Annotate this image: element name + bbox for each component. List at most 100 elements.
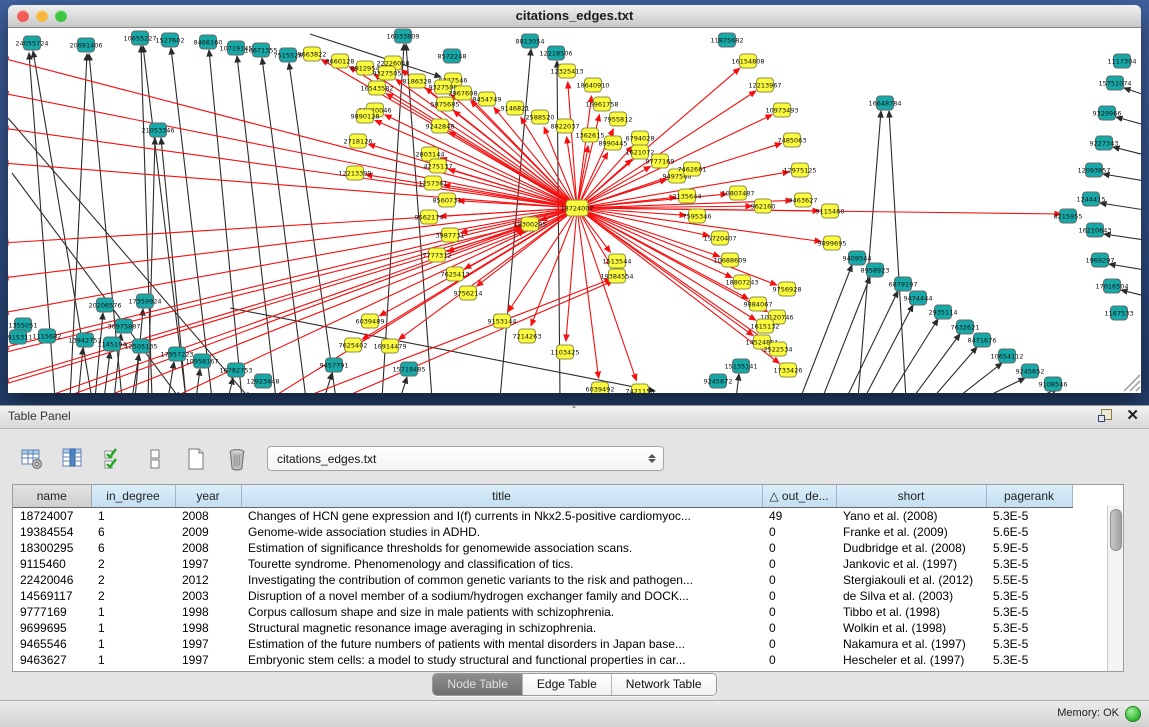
table-cell[interactable]: 0 xyxy=(762,636,836,652)
table-cell[interactable]: 1 xyxy=(91,636,175,652)
graph-node[interactable]: 9409544 xyxy=(843,251,872,265)
graph-node[interactable]: 9245872 xyxy=(704,374,733,388)
graph-node[interactable]: 7485063 xyxy=(778,133,807,147)
table-cell[interactable]: 2 xyxy=(91,572,175,588)
graph-node[interactable]: 1244415 xyxy=(1077,192,1106,206)
table-cell[interactable]: 5.3E-5 xyxy=(986,588,1072,604)
resize-grip-icon[interactable] xyxy=(1124,375,1140,391)
table-cell[interactable]: 0 xyxy=(762,652,836,668)
table-cell[interactable]: 9777169 xyxy=(13,604,91,620)
graph-node[interactable]: 15135141 xyxy=(724,359,757,373)
graph-node[interactable]: 7595346 xyxy=(683,209,712,223)
graph-node[interactable]: 1733426 xyxy=(774,363,803,377)
table-cell[interactable]: 5.3E-5 xyxy=(986,604,1072,620)
table-cell[interactable]: Dudbridge et al. (2008) xyxy=(836,540,986,556)
graph-node[interactable]: 1115682 xyxy=(33,329,62,343)
table-cell[interactable]: 5.3E-5 xyxy=(986,652,1072,668)
graph-node[interactable]: 6039492 xyxy=(586,382,615,393)
graph-node[interactable]: 8471676 xyxy=(968,333,997,347)
table-cell[interactable]: 2009 xyxy=(175,524,241,540)
table-cell[interactable]: 0 xyxy=(762,620,836,636)
table-cell[interactable]: 0 xyxy=(762,588,836,604)
table-cell[interactable]: Disruption of a novel member of a sodium… xyxy=(241,588,762,604)
table-cell[interactable]: 1 xyxy=(91,508,175,525)
memory-status-indicator-icon[interactable] xyxy=(1125,706,1141,722)
splitter-handle[interactable]: ▴ xyxy=(565,405,583,409)
table-cell[interactable]: 2 xyxy=(91,588,175,604)
table-row[interactable]: 1830029562008Estimation of significance … xyxy=(13,540,1072,556)
graph-node[interactable]: 9153144 xyxy=(488,314,517,328)
table-row[interactable]: 946554611997Estimation of the future num… xyxy=(13,636,1072,652)
graph-node[interactable]: 7421153 xyxy=(626,384,655,393)
table-cell[interactable]: 49 xyxy=(762,508,836,525)
table-cell[interactable]: 22420046 xyxy=(13,572,91,588)
graph-node[interactable]: 1257361 xyxy=(419,176,448,190)
graph-node[interactable]: 16648784 xyxy=(868,96,901,110)
table-cell[interactable]: Corpus callosum shape and size in male p… xyxy=(241,604,762,620)
table-cell[interactable]: 18724007 xyxy=(13,508,91,525)
graph-node[interactable]: 6794028 xyxy=(626,131,655,145)
table-cell[interactable]: Estimation of the future numbers of pati… xyxy=(241,636,762,652)
table-cell[interactable]: 5.3E-5 xyxy=(986,508,1072,525)
graph-node[interactable]: 9329966 xyxy=(1093,106,1122,120)
graph-node[interactable]: 7214263 xyxy=(513,329,542,343)
minimize-window-icon[interactable] xyxy=(36,10,48,22)
table-cell[interactable]: 9463627 xyxy=(13,652,91,668)
table-cell[interactable]: 0 xyxy=(762,604,836,620)
graph-node[interactable]: 962160 xyxy=(751,199,776,213)
table-cell[interactable]: 2008 xyxy=(175,540,241,556)
graph-node[interactable]: 21053346 xyxy=(141,123,174,137)
graph-node[interactable]: 15751074 xyxy=(1098,76,1131,90)
table-cell[interactable]: 5.6E-5 xyxy=(986,524,1072,540)
close-panel-icon[interactable]: ✕ xyxy=(1126,408,1139,424)
graph-node[interactable]: 10654112 xyxy=(990,349,1023,363)
table-row[interactable]: 1872400712008Changes of HCN gene express… xyxy=(13,508,1072,525)
graph-node[interactable]: 12325413 xyxy=(550,64,583,78)
graph-node[interactable]: 12505135 xyxy=(124,339,157,353)
graph-node[interactable]: 8560731 xyxy=(433,193,462,207)
table-cell[interactable]: Tourette syndrome. Phenomenology and cla… xyxy=(241,556,762,572)
graph-node[interactable]: 8958923 xyxy=(861,263,890,277)
graph-node[interactable]: 17359924 xyxy=(128,294,161,308)
graph-node[interactable]: 10655227 xyxy=(123,31,156,45)
table-cell[interactable]: Genome-wide association studies in ADHD. xyxy=(241,524,762,540)
show-columns-icon[interactable] xyxy=(59,445,87,473)
graph-node[interactable]: 1103425 xyxy=(551,345,580,359)
column-header-in_degree[interactable]: in_degree xyxy=(91,485,175,508)
table-cell[interactable]: 5.3E-5 xyxy=(986,556,1072,572)
table-cell[interactable]: 0 xyxy=(762,556,836,572)
graph-node[interactable]: 6039489 xyxy=(356,314,385,328)
column-header-pagerank[interactable]: pagerank xyxy=(986,485,1072,508)
table-cell[interactable]: 1 xyxy=(91,652,175,668)
table-cell[interactable]: 19384554 xyxy=(13,524,91,540)
graph-node[interactable]: 8186328 xyxy=(403,74,432,88)
table-mode-icon[interactable] xyxy=(18,445,46,473)
table-cell[interactable]: 5.3E-5 xyxy=(986,636,1072,652)
table-cell[interactable]: Estimation of significance thresholds fo… xyxy=(241,540,762,556)
graph-node[interactable]: 18640910 xyxy=(576,78,609,92)
table-selector-dropdown[interactable]: citations_edges.txt xyxy=(267,446,664,471)
graph-node[interactable]: 9756928 xyxy=(773,282,802,296)
graph-node[interactable]: 24055724 xyxy=(15,36,48,50)
table-cell[interactable]: 1997 xyxy=(175,652,241,668)
table-cell[interactable]: 2012 xyxy=(175,572,241,588)
graph-node[interactable]: 9108546 xyxy=(1039,377,1068,391)
float-panel-icon[interactable] xyxy=(1098,409,1112,423)
window-titlebar[interactable]: citations_edges.txt xyxy=(8,5,1141,28)
table-cell[interactable]: 6 xyxy=(91,540,175,556)
tab-network-table[interactable]: Network Table xyxy=(612,674,716,695)
graph-node[interactable]: 9756214 xyxy=(454,286,483,300)
close-window-icon[interactable] xyxy=(17,10,29,22)
scrollbar-thumb[interactable] xyxy=(1110,509,1122,551)
graph-node[interactable]: 1527602 xyxy=(156,33,185,47)
table-row[interactable]: 2242004622012Investigating the contribut… xyxy=(13,572,1072,588)
graph-node[interactable]: 10973493 xyxy=(765,103,798,117)
table-cell[interactable]: Tibbo et al. (1998) xyxy=(836,604,986,620)
select-all-columns-icon[interactable] xyxy=(100,445,128,473)
table-cell[interactable]: Nakamura et al. (1997) xyxy=(836,636,986,652)
unselect-all-columns-icon[interactable] xyxy=(141,445,169,473)
graph-node[interactable]: 1513544 xyxy=(603,254,632,268)
graph-node[interactable]: 9474444 xyxy=(904,291,933,305)
table-cell[interactable]: 9465546 xyxy=(13,636,91,652)
graph-node[interactable]: 7625402 xyxy=(339,338,368,352)
